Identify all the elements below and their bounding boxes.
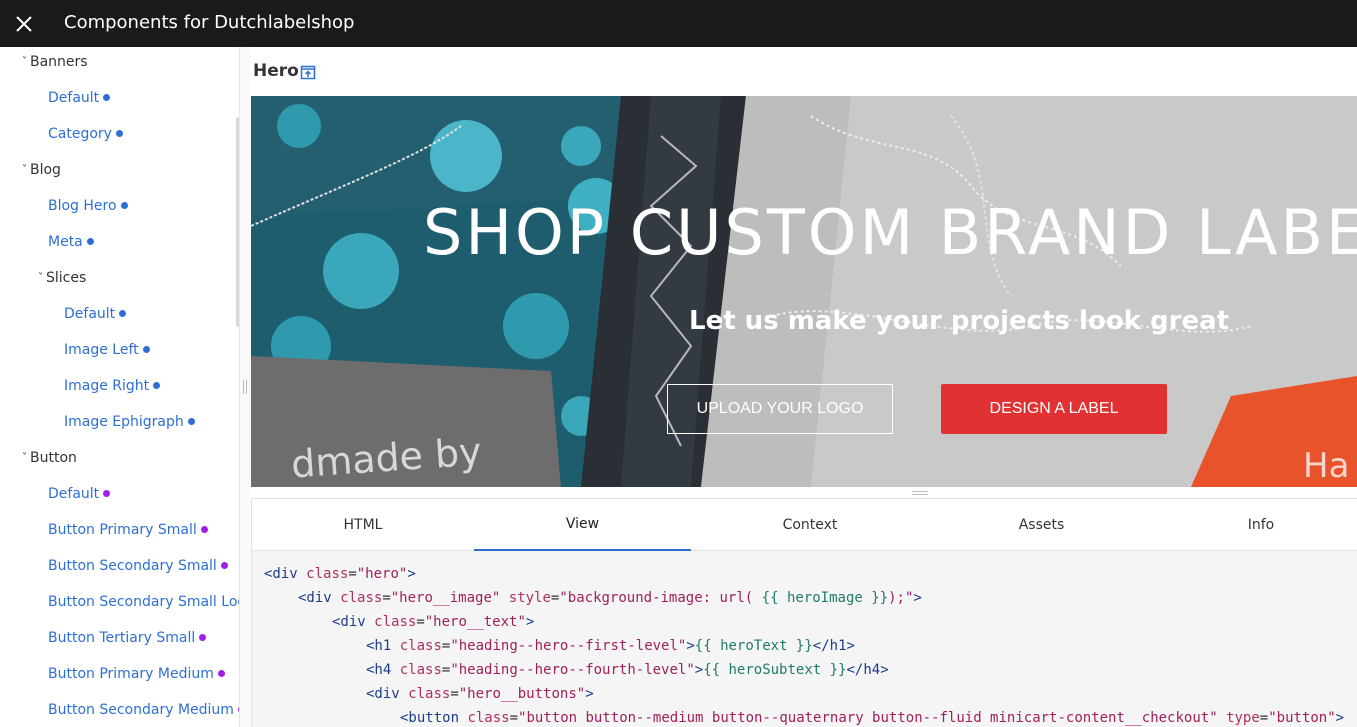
status-dot (86, 237, 94, 245)
status-dot (217, 669, 225, 677)
close-button[interactable] (0, 0, 47, 47)
status-dot (187, 417, 195, 425)
sidebar-group-label: Banners (30, 54, 88, 70)
status-dot (153, 381, 161, 389)
sidebar-item-slices-default[interactable]: Default (64, 306, 127, 322)
sidebar-item-button-secondary-small-lod[interactable]: Button Secondary Small Lod (48, 594, 240, 610)
tab-context[interactable]: Context (691, 499, 929, 551)
code-line: <div class="hero__buttons"> (366, 686, 594, 702)
sidebar-item-image-right[interactable]: Image Right (64, 378, 161, 394)
preview-resize-handle[interactable] (912, 491, 928, 495)
app-title: Components for Dutchlabelshop (64, 12, 355, 33)
sidebar-splitter[interactable] (240, 47, 250, 727)
chevron-down-icon: ˅ (22, 452, 27, 463)
sidebar-item-label: Category (48, 126, 112, 142)
sidebar-group-label: Slices (46, 270, 87, 286)
sidebar-item-button-primary-medium[interactable]: Button Primary Medium (48, 666, 225, 682)
sidebar-item-button-secondary-medium[interactable]: Button Secondary Medium (48, 702, 239, 718)
sidebar-scrollbar[interactable] (236, 117, 239, 327)
sidebar-item-label: Button Secondary Small Lod (48, 594, 240, 610)
component-title: Hero (253, 61, 299, 81)
splitter-grip[interactable] (243, 380, 247, 394)
sidebar-group-button[interactable]: ˅ Button (22, 450, 77, 466)
hero-subheading: Let us make your projects look great (689, 306, 1230, 336)
sidebar-item-label: Default (48, 90, 100, 106)
sidebar-item-category[interactable]: Category (48, 126, 123, 142)
sidebar-item-label: Meta (48, 234, 83, 250)
fabric-corner-text: Ha (1303, 446, 1350, 486)
sidebar-item-label: Button Tertiary Small (48, 630, 196, 646)
status-dot (199, 633, 207, 641)
chevron-down-icon: ˅ (22, 56, 27, 67)
tab-info[interactable]: Info (1154, 499, 1357, 551)
sidebar-group-banners[interactable]: ˅ Banners (22, 54, 88, 70)
sidebar-item-label: Blog Hero (48, 198, 117, 214)
code-line: <h4 class="heading--hero--fourth-level">… (366, 662, 889, 678)
panel-tabs: HTML View Context Assets Info (252, 499, 1357, 551)
sidebar-item-button-secondary-small[interactable]: Button Secondary Small (48, 558, 228, 574)
sidebar-item-label: Image Ephigraph (64, 414, 184, 430)
sidebar-item-label: Button Secondary Medium (48, 702, 234, 718)
code-line: <button class="button button--medium but… (400, 710, 1345, 726)
sidebar-item-label: Default (64, 306, 116, 322)
close-icon (16, 16, 32, 32)
sidebar-item-label: Button Primary Small (48, 522, 197, 538)
component-sidebar[interactable]: ˅ Banners Default Category ˅ Blog Blog Her… (0, 47, 240, 727)
chevron-down-icon: ˅ (38, 272, 43, 283)
sidebar-item-image-ephigraph[interactable]: Image Ephigraph (64, 414, 195, 430)
code-line: <h1 class="heading--hero--first-level">{… (366, 638, 855, 654)
tab-view[interactable]: View (474, 499, 691, 551)
sidebar-group-slices[interactable]: ˅ Slices (38, 270, 86, 286)
component-preview: dmade by Ha SHOP CUSTOM BRAND LABEL Let … (251, 96, 1357, 487)
status-dot (119, 309, 127, 317)
sidebar-group-label: Blog (30, 162, 61, 178)
design-label-button[interactable]: DESIGN A LABEL (941, 384, 1167, 434)
component-info-panel: HTML View Context Assets Info <div class… (251, 498, 1357, 727)
tab-html[interactable]: HTML (252, 499, 474, 551)
component-view: Hero dmade by Ha SHOP CUSTOM BRAND LABEL… (250, 47, 1357, 727)
sidebar-item-label: Button Secondary Small (48, 558, 217, 574)
sidebar-item-blog-hero[interactable]: Blog Hero (48, 198, 128, 214)
code-line: <div class="hero"> (264, 566, 416, 582)
code-view[interactable]: <div class="hero"> <div class="hero__ima… (252, 551, 1357, 727)
status-dot (220, 561, 228, 569)
code-line: <div class="hero__text"> (332, 614, 535, 630)
sidebar-item-label: Default (48, 486, 100, 502)
status-dot (200, 525, 208, 533)
status-dot (115, 129, 123, 137)
top-bar: Components for Dutchlabelshop (0, 0, 1357, 47)
status-dot (120, 201, 128, 209)
sidebar-group-label: Button (30, 450, 77, 466)
sidebar-item-banners-default[interactable]: Default (48, 90, 111, 106)
open-in-new-icon[interactable] (300, 64, 316, 80)
chevron-down-icon: ˅ (22, 164, 27, 175)
hero-heading: SHOP CUSTOM BRAND LABEL (423, 196, 1357, 269)
status-dot (103, 93, 111, 101)
sidebar-item-button-primary-small[interactable]: Button Primary Small (48, 522, 208, 538)
sidebar-item-meta[interactable]: Meta (48, 234, 94, 250)
sidebar-group-blog[interactable]: ˅ Blog (22, 162, 61, 178)
sidebar-item-image-left[interactable]: Image Left (64, 342, 150, 358)
sidebar-item-label: Button Primary Medium (48, 666, 214, 682)
sidebar-item-button-default[interactable]: Default (48, 486, 111, 502)
code-line: <div class="hero__image" style="backgrou… (298, 590, 922, 606)
sidebar-item-label: Image Left (64, 342, 139, 358)
upload-logo-button[interactable]: UPLOAD YOUR LOGO (667, 384, 893, 434)
sidebar-item-label: Image Right (64, 378, 150, 394)
sidebar-item-button-tertiary-small[interactable]: Button Tertiary Small (48, 630, 207, 646)
status-dot (103, 489, 111, 497)
status-dot (142, 345, 150, 353)
tab-assets[interactable]: Assets (929, 499, 1154, 551)
